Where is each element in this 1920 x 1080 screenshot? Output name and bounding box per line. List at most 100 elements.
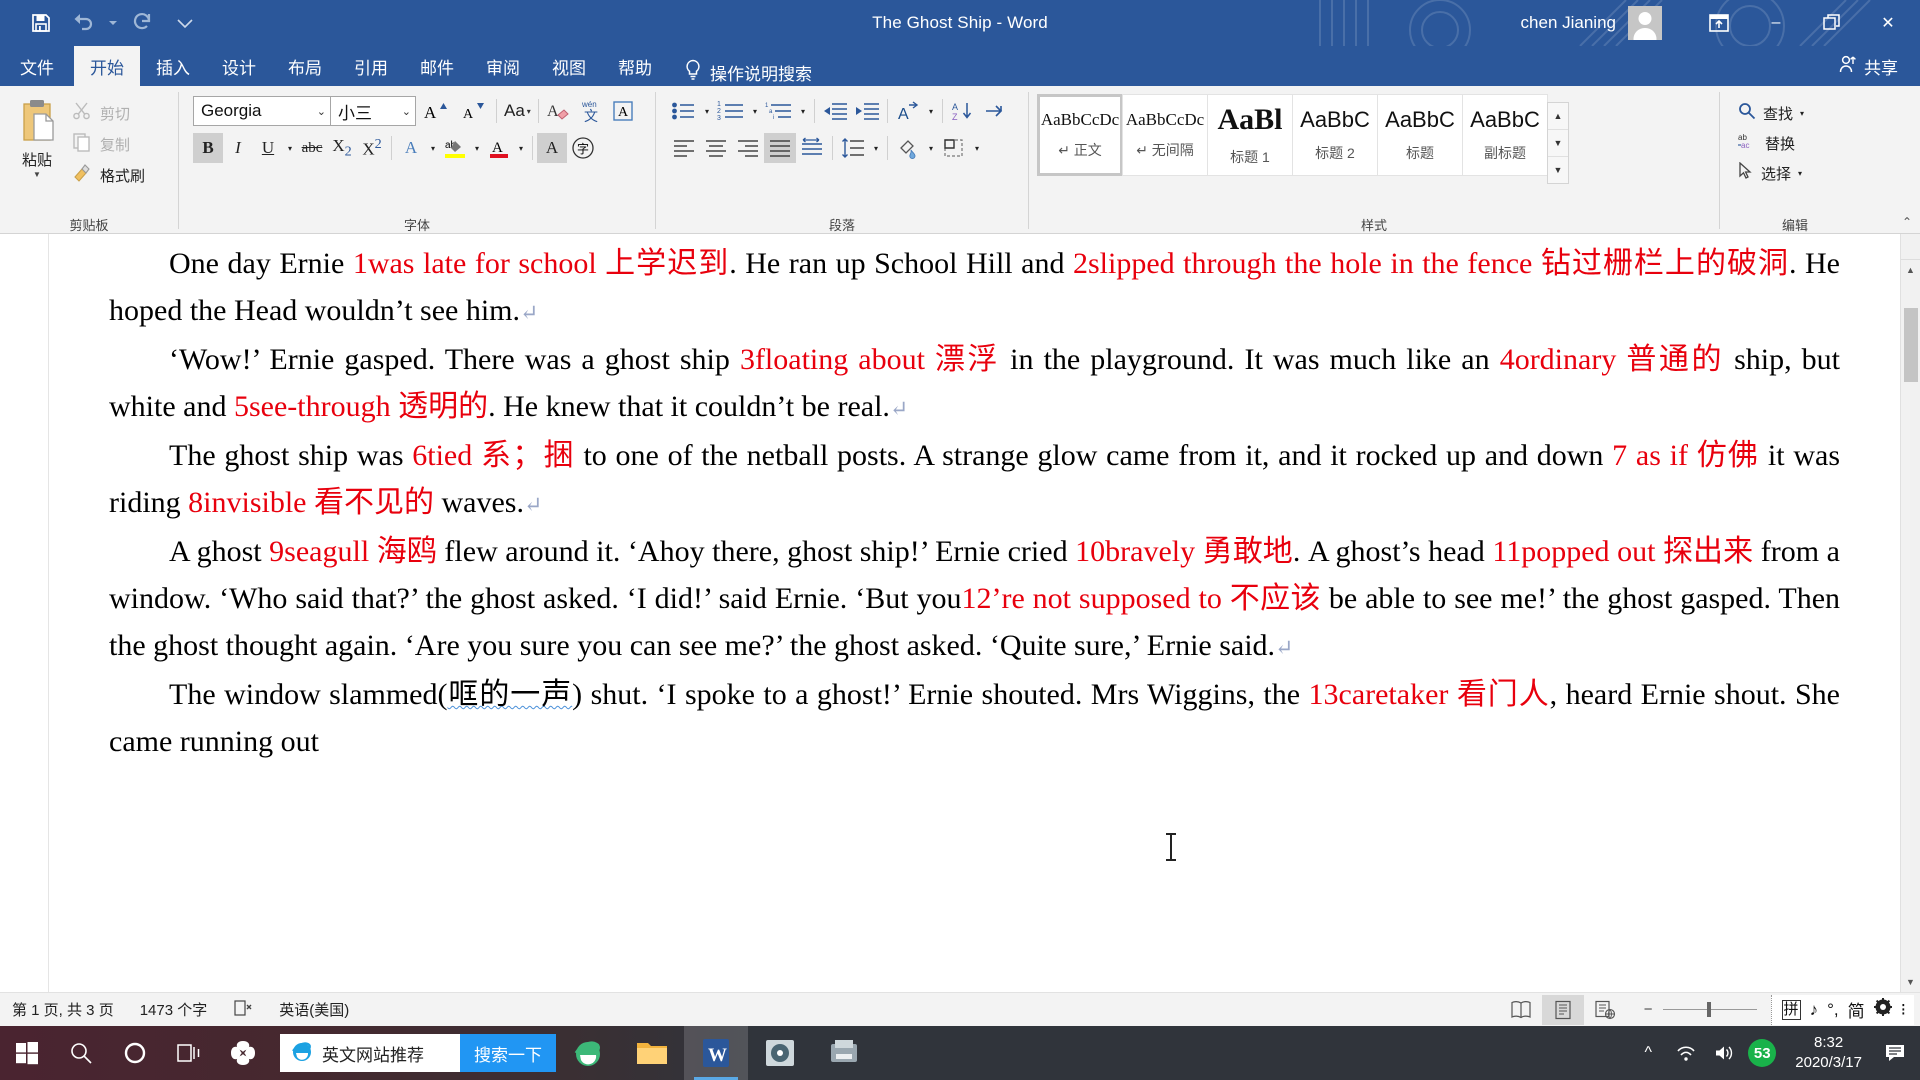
tab-references[interactable]: 引用 [338, 46, 404, 86]
undo-dropdown-icon[interactable] [106, 6, 120, 40]
clear-formatting-button[interactable]: A [543, 96, 575, 126]
clock[interactable]: 8:32 2020/3/17 [1781, 1033, 1876, 1073]
shading-dropdown-icon[interactable]: ▾ [924, 133, 938, 163]
borders-dropdown-icon[interactable]: ▾ [970, 133, 984, 163]
taskbar-app-scanner[interactable] [812, 1026, 876, 1080]
zoom-out-button[interactable]: − [1644, 1001, 1653, 1018]
paste-dropdown-icon[interactable]: ▼ [33, 171, 41, 179]
redo-icon[interactable] [124, 6, 162, 40]
underline-dropdown-icon[interactable]: ▾ [283, 133, 297, 163]
web-layout-button[interactable] [1584, 995, 1626, 1025]
enclose-characters-button[interactable]: 字 [567, 133, 599, 163]
character-shading-button[interactable]: A [537, 133, 567, 163]
read-mode-button[interactable] [1500, 995, 1542, 1025]
tab-view[interactable]: 视图 [536, 46, 602, 86]
character-border-button[interactable]: A [607, 96, 639, 126]
tab-insert[interactable]: 插入 [140, 46, 206, 86]
line-spacing-button[interactable] [837, 133, 869, 163]
tab-layout[interactable]: 布局 [272, 46, 338, 86]
numbering-button[interactable]: 123 [714, 96, 748, 126]
cortana-icon[interactable] [108, 1026, 162, 1080]
text-effects-button[interactable]: A [396, 133, 426, 163]
taskbar-app-media-player[interactable] [748, 1026, 812, 1080]
decrease-indent-button[interactable] [819, 96, 851, 126]
minimize-button[interactable]: – [1748, 0, 1804, 46]
ribbon-display-options-icon[interactable] [1690, 0, 1748, 46]
borders-button[interactable] [938, 133, 970, 163]
battery-icon[interactable]: 53 [1743, 1026, 1781, 1080]
numbering-dropdown-icon[interactable]: ▾ [748, 96, 762, 126]
highlight-dropdown-icon[interactable]: ▾ [470, 133, 484, 163]
asian-layout-button[interactable]: A [892, 96, 924, 126]
paste-button[interactable]: 粘贴 ▼ [6, 92, 68, 179]
document-page[interactable]: One day Ernie 1was late for school 上学迟到.… [48, 234, 1900, 992]
taskbar-app-word[interactable]: W [684, 1026, 748, 1080]
ime-punctuation-icon[interactable]: °, [1827, 1000, 1839, 1020]
select-button[interactable]: 选择 ▾ [1738, 160, 1804, 186]
scroll-down-icon[interactable]: ▼ [1900, 972, 1920, 992]
style-item-normal[interactable]: AaBbCcDc ↵ 正文 [1037, 94, 1123, 176]
zoom-control[interactable]: − [1626, 1001, 1771, 1018]
restore-button[interactable] [1804, 0, 1860, 46]
bullets-dropdown-icon[interactable]: ▾ [700, 96, 714, 126]
zoom-slider[interactable] [1662, 1002, 1757, 1017]
superscript-button[interactable]: X2 [357, 133, 387, 163]
print-layout-button[interactable] [1541, 994, 1584, 1025]
styles-more-icon[interactable]: ▼ [1548, 157, 1568, 183]
strikethrough-button[interactable]: abc [297, 133, 327, 163]
subscript-button[interactable]: X2 [327, 133, 357, 163]
replace-button[interactable]: ab ac 替换 [1738, 130, 1804, 156]
tab-file[interactable]: 文件 [0, 46, 74, 86]
shading-button[interactable] [892, 133, 924, 163]
page-indicator[interactable]: 第 1 页, 共 3 页 [12, 999, 114, 1020]
tab-mailings[interactable]: 邮件 [404, 46, 470, 86]
sogou-icon[interactable] [216, 1026, 270, 1080]
undo-icon[interactable] [64, 6, 102, 40]
grow-font-button[interactable]: A [416, 96, 454, 126]
text-highlight-color-button[interactable]: ab [440, 133, 470, 163]
chevron-down-icon[interactable]: ⌄ [309, 105, 326, 118]
find-dropdown-icon[interactable]: ▾ [1800, 109, 1804, 118]
notification-icon[interactable] [1876, 1026, 1916, 1080]
justify-button[interactable] [764, 133, 796, 163]
taskbar-app-internet-explorer[interactable] [556, 1026, 620, 1080]
bullets-button[interactable] [668, 96, 700, 126]
align-center-button[interactable] [700, 133, 732, 163]
chevron-down-icon[interactable]: ⌄ [394, 105, 411, 118]
vertical-scrollbar[interactable]: ▲ ▼ [1900, 234, 1920, 992]
close-button[interactable]: ✕ [1860, 0, 1916, 46]
style-item-title[interactable]: AaBbC 标题 [1377, 94, 1463, 176]
text-effects-dropdown-icon[interactable]: ▾ [426, 133, 440, 163]
volume-icon[interactable] [1705, 1026, 1743, 1080]
asian-layout-dropdown-icon[interactable]: ▾ [924, 96, 938, 126]
multilevel-list-button[interactable]: 1ai [762, 96, 796, 126]
task-view-icon[interactable] [162, 1026, 216, 1080]
sort-button[interactable]: AZ [947, 96, 979, 126]
document-text[interactable]: One day Ernie 1was late for school 上学迟到.… [49, 234, 1900, 765]
start-button[interactable] [0, 1026, 54, 1080]
align-right-button[interactable] [732, 133, 764, 163]
share-button[interactable]: 共享 [1838, 46, 1920, 86]
tell-me-box[interactable]: 操作说明搜索 [668, 59, 812, 86]
multilevel-dropdown-icon[interactable]: ▾ [796, 96, 810, 126]
show-formatting-marks-button[interactable] [979, 96, 1011, 126]
account-name[interactable]: chen Jianing [1521, 13, 1616, 33]
split-bar[interactable] [1900, 234, 1920, 260]
proofing-icon[interactable] [233, 999, 253, 1021]
cut-button[interactable]: 剪切 [72, 100, 145, 126]
taskbar-search-text[interactable]: 英文网站推荐 [322, 1041, 460, 1066]
tab-design[interactable]: 设计 [206, 46, 272, 86]
style-item-subtitle[interactable]: AaBbC 副标题 [1462, 94, 1548, 176]
align-left-button[interactable] [668, 133, 700, 163]
taskbar-search-button[interactable]: 搜索一下 [460, 1034, 556, 1072]
italic-button[interactable]: I [223, 133, 253, 163]
tab-home[interactable]: 开始 [74, 46, 140, 86]
font-color-button[interactable]: A [484, 133, 514, 163]
shrink-font-button[interactable]: A [454, 96, 492, 126]
bold-button[interactable]: B [193, 133, 223, 163]
style-item-no-spacing[interactable]: AaBbCcDc ↵ 无间隔 [1122, 94, 1208, 176]
phonetic-guide-button[interactable]: wén 文 [575, 96, 607, 126]
show-hidden-icons-button[interactable]: ^ [1629, 1026, 1667, 1080]
ime-menu-icon[interactable]: ⁝ [1901, 1000, 1906, 1020]
collapse-ribbon-icon[interactable]: ⌃ [1902, 215, 1912, 229]
